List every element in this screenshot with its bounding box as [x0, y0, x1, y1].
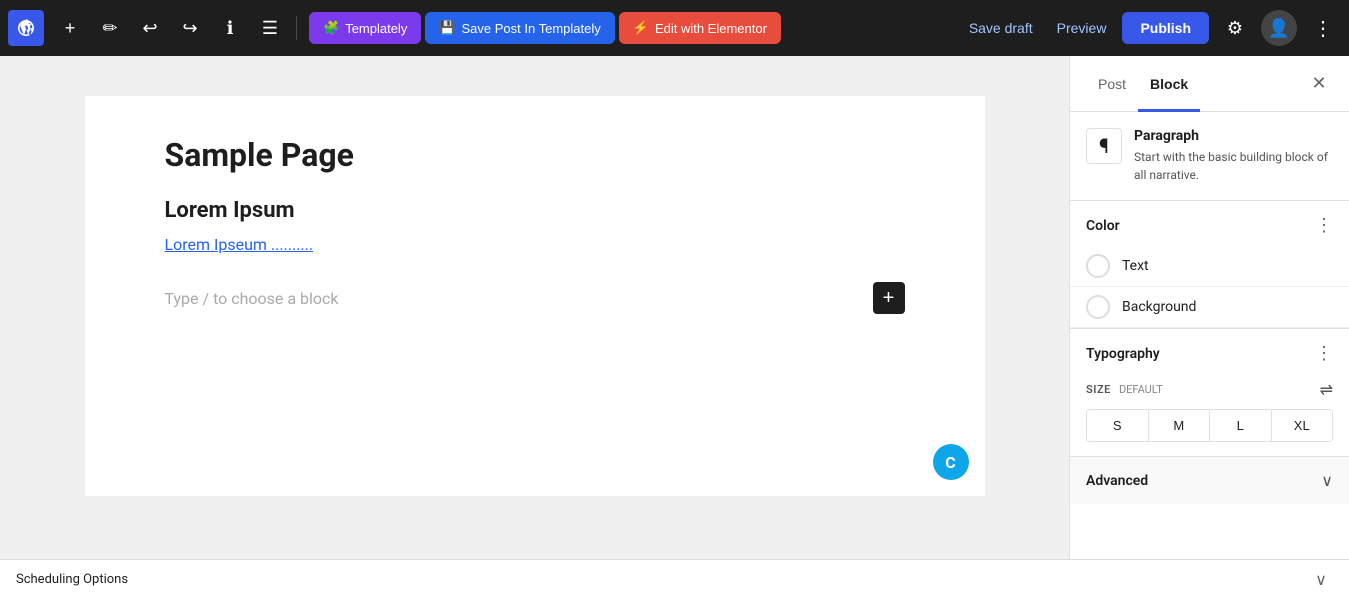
block-placeholder[interactable]: Type / to choose a block + — [165, 274, 905, 322]
more-options-button[interactable]: ⋮ — [1305, 10, 1341, 46]
templately-icon: 🧩 — [323, 20, 339, 36]
typography-section: Typography ⋮ SIZE DEFAULT ⇌ S M L XL — [1070, 329, 1349, 457]
list-view-button[interactable]: ☰ — [252, 10, 288, 46]
font-size-buttons: S M L XL — [1086, 409, 1333, 442]
size-default-label: DEFAULT — [1119, 383, 1163, 396]
scheduling-bar: Scheduling Options ∨ — [0, 559, 1349, 599]
text-color-circle — [1086, 254, 1110, 278]
redo-button[interactable]: ↪ — [172, 10, 208, 46]
paragraph-icon: ¶ — [1086, 128, 1122, 164]
color-section: Color ⋮ Text Background — [1070, 201, 1349, 329]
tab-post[interactable]: Post — [1086, 68, 1138, 100]
teal-help-icon[interactable]: C — [933, 444, 969, 480]
block-name: Paragraph — [1134, 128, 1333, 144]
undo-button[interactable]: ↩ — [132, 10, 168, 46]
edit-elementor-label: Edit with Elementor — [655, 21, 767, 36]
size-controls-icon[interactable]: ⇌ — [1320, 380, 1333, 399]
block-info: ¶ Paragraph Start with the basic buildin… — [1070, 112, 1349, 201]
advanced-chevron-icon: ∨ — [1321, 471, 1333, 490]
typography-section-header: Typography ⋮ — [1070, 329, 1349, 374]
wp-logo[interactable] — [8, 10, 44, 46]
page-title: Sample Page — [165, 136, 905, 174]
placeholder-text: Type / to choose a block — [165, 289, 339, 308]
edit-elementor-button[interactable]: ⚡ Edit with Elementor — [619, 12, 781, 44]
sidebar-close-button[interactable]: ✕ — [1305, 70, 1333, 98]
font-size-xl-button[interactable]: XL — [1272, 410, 1333, 441]
save-post-templately-label: Save Post In Templately — [462, 21, 601, 36]
text-color-label: Text — [1122, 258, 1149, 274]
separator-1 — [296, 16, 297, 40]
toolbar: + ✏ ↩ ↪ ℹ ☰ 🧩 Templately 💾 Save Post In … — [0, 0, 1349, 56]
editor-canvas[interactable]: Sample Page Lorem Ipsum Lorem Ipseum ...… — [0, 56, 1069, 559]
elementor-icon: ⚡ — [633, 20, 649, 36]
advanced-section[interactable]: Advanced ∨ — [1070, 457, 1349, 504]
typography-title: Typography — [1086, 346, 1160, 362]
block-link[interactable]: Lorem Ipseum .......... — [165, 235, 905, 254]
save-templately-icon: 💾 — [439, 20, 455, 36]
sidebar-tabs: Post Block ✕ — [1070, 56, 1349, 112]
color-background-option[interactable]: Background — [1070, 287, 1349, 328]
size-label: SIZE — [1086, 383, 1111, 396]
templately-label: Templately — [345, 21, 407, 36]
typo-size-row: SIZE DEFAULT ⇌ — [1070, 374, 1349, 409]
block-description: Start with the basic building block of a… — [1134, 148, 1333, 184]
publish-button[interactable]: Publish — [1122, 12, 1209, 44]
background-color-circle — [1086, 295, 1110, 319]
color-text-option[interactable]: Text — [1070, 246, 1349, 287]
background-color-label: Background — [1122, 299, 1196, 315]
save-draft-button[interactable]: Save draft — [961, 14, 1041, 42]
color-section-header: Color ⋮ — [1070, 201, 1349, 246]
add-block-button[interactable]: + — [52, 10, 88, 46]
color-more-button[interactable]: ⋮ — [1315, 215, 1333, 236]
templately-button[interactable]: 🧩 Templately — [309, 12, 421, 44]
block-info-text: Paragraph Start with the basic building … — [1134, 128, 1333, 184]
font-size-s-button[interactable]: S — [1087, 410, 1149, 441]
info-button[interactable]: ℹ — [212, 10, 248, 46]
editor-content: Sample Page Lorem Ipsum Lorem Ipseum ...… — [85, 96, 985, 496]
advanced-title: Advanced — [1086, 473, 1148, 489]
user-avatar[interactable]: 👤 — [1261, 10, 1297, 46]
main-area: Sample Page Lorem Ipsum Lorem Ipseum ...… — [0, 56, 1349, 559]
preview-button[interactable]: Preview — [1049, 14, 1115, 42]
right-sidebar: Post Block ✕ ¶ Paragraph Start with the … — [1069, 56, 1349, 559]
add-block-inline-button[interactable]: + — [873, 282, 905, 314]
block-heading[interactable]: Lorem Ipsum — [165, 198, 905, 223]
font-size-l-button[interactable]: L — [1210, 410, 1272, 441]
typography-more-button[interactable]: ⋮ — [1315, 343, 1333, 364]
scheduling-options-label: Scheduling Options — [16, 572, 128, 587]
save-post-templately-button[interactable]: 💾 Save Post In Templately — [425, 12, 614, 44]
color-section-title: Color — [1086, 218, 1120, 234]
font-size-m-button[interactable]: M — [1149, 410, 1211, 441]
tab-block[interactable]: Block — [1138, 68, 1200, 100]
settings-button[interactable]: ⚙ — [1217, 10, 1253, 46]
edit-button[interactable]: ✏ — [92, 10, 128, 46]
scheduling-chevron-icon[interactable]: ∨ — [1309, 568, 1333, 592]
toolbar-right: Save draft Preview Publish ⚙ 👤 ⋮ — [961, 10, 1341, 46]
